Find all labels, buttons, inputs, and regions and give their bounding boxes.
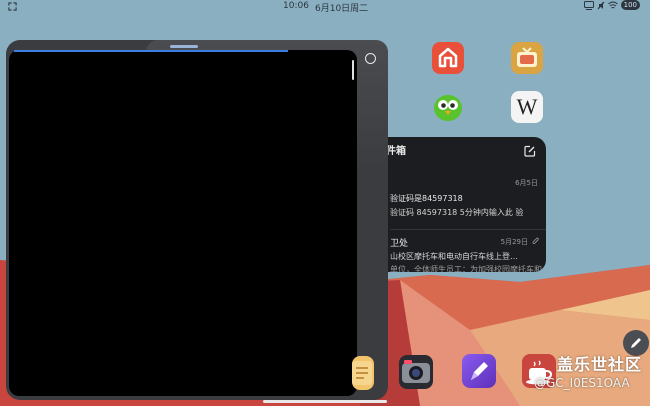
wifi-icon <box>607 1 618 8</box>
mail-divider <box>390 229 546 230</box>
mail-preview: 山校区摩托车和电动自行车线上登… <box>390 252 518 261</box>
battery-level: 100 <box>620 0 640 10</box>
mail-widget-title: 件箱 <box>386 146 406 157</box>
loading-progress-bar <box>14 50 288 52</box>
mail-subject: 验证码是84597318 <box>390 194 463 203</box>
attachment-icon <box>532 237 539 244</box>
wikipedia-app-icon[interactable]: W <box>511 91 543 123</box>
fullscreen-icon[interactable] <box>8 2 17 11</box>
floating-window-content[interactable] <box>9 50 357 396</box>
window-options-icon[interactable] <box>365 53 376 64</box>
mail-preview: 验证码 84597318 5分钟内输入此 验 <box>390 208 524 217</box>
home-app-icon[interactable] <box>432 42 464 74</box>
mail-date: 5月29日 <box>500 238 528 246</box>
watermark-name: 盖乐世社区 <box>557 355 643 374</box>
scrollbar[interactable] <box>352 60 354 80</box>
screen-cast-icon <box>583 0 594 10</box>
owl-app-icon[interactable] <box>432 91 464 123</box>
mail-subject: 卫处 <box>390 239 409 249</box>
watermark-handle: @GC_I0ES1OAA <box>534 376 630 390</box>
notes-app-icon[interactable] <box>352 356 374 390</box>
status-icons: 100 <box>583 0 640 10</box>
mail-date: 6月5日 <box>515 179 538 187</box>
compose-icon[interactable] <box>524 145 536 157</box>
pen-app-icon[interactable] <box>462 354 496 388</box>
tv-app-icon[interactable] <box>511 42 543 74</box>
camera-app-icon[interactable] <box>399 355 433 389</box>
status-time: 10:06 <box>283 1 309 11</box>
home-indicator[interactable] <box>263 400 387 403</box>
status-date: 6月10日周二 <box>315 4 369 14</box>
mail-preview-line2: 单位，全体师生员工：为加强校园摩托车和 <box>390 265 542 272</box>
window-drag-handle[interactable] <box>170 45 198 48</box>
status-bar: 10:06 6月10日周二 100 <box>0 0 650 14</box>
wikipedia-letter: W <box>516 94 538 119</box>
mute-icon <box>597 1 605 9</box>
